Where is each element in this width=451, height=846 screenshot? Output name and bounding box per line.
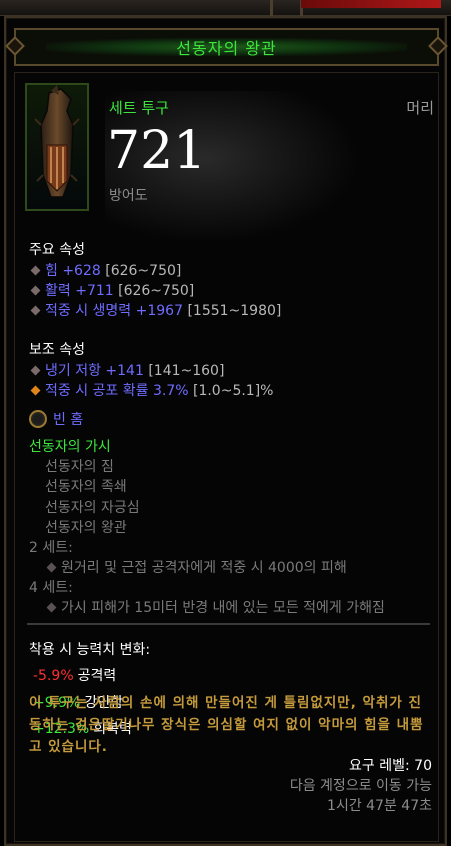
armor-value: 721 bbox=[107, 121, 207, 181]
secondary-attr: 적중 시 공포 확률 3.7% [1.0~5.1]% bbox=[29, 380, 273, 400]
trade-timer: 1시간 47분 47초 bbox=[327, 798, 432, 814]
set-bonus-label: 2 세트: bbox=[29, 540, 73, 556]
bullet-icon bbox=[46, 562, 57, 573]
required-level: 요구 레벨: 70 bbox=[349, 758, 432, 774]
header-ornament-icon bbox=[428, 36, 448, 56]
bullet-icon bbox=[30, 285, 41, 296]
item-tooltip: 선동자의 왕관 세트 투구 머리 721 방어도 주요 속성 힘 +628 [6… bbox=[4, 16, 448, 846]
set-bonus: 원거리 및 근접 공격자에게 적중 시 4000의 피해 bbox=[45, 557, 347, 577]
hud-top-strip bbox=[0, 0, 451, 16]
socket-label: 빈 홈 bbox=[53, 412, 84, 428]
primary-title: 주요 속성 bbox=[29, 242, 85, 258]
set-piece: 선동자의 짐 bbox=[45, 459, 114, 475]
bullet-icon bbox=[30, 385, 41, 396]
bullet-icon bbox=[30, 365, 41, 376]
bullet-icon bbox=[30, 265, 41, 276]
tooltip-header: 선동자의 왕관 bbox=[5, 28, 448, 66]
hud-divider bbox=[270, 0, 273, 16]
tooltip-body: 세트 투구 머리 721 방어도 주요 속성 힘 +628 [626~750] … bbox=[14, 72, 439, 842]
item-name: 선동자의 왕관 bbox=[176, 39, 277, 58]
section-divider bbox=[27, 623, 430, 625]
item-type: 세트 투구 bbox=[109, 99, 169, 117]
bullet-icon bbox=[46, 602, 57, 613]
secondary-title: 보조 속성 bbox=[29, 342, 85, 358]
health-bar-fragment bbox=[301, 0, 441, 8]
account-bound: 다음 계정으로 이동 가능 bbox=[289, 778, 432, 794]
stat-change-row: -5.9% 공격력 bbox=[33, 668, 117, 684]
set-piece: 선동자의 자긍심 bbox=[45, 500, 140, 516]
socket-icon bbox=[29, 410, 47, 428]
item-slot: 머리 bbox=[406, 99, 434, 117]
bullet-icon bbox=[30, 305, 41, 316]
primary-attr: 활력 +711 [626~750] bbox=[29, 280, 194, 300]
flavor-text: 이 투구는 사람의 손에 의해 만들어진 게 틀림없지만, 악취가 진동하는 검… bbox=[29, 695, 424, 755]
set-name: 선동자의 가시 bbox=[29, 439, 111, 455]
empty-socket: 빈 홈 bbox=[29, 409, 83, 429]
primary-attr: 힘 +628 [626~750] bbox=[29, 260, 181, 280]
primary-attr: 적중 시 생명력 +1967 [1551~1980] bbox=[29, 300, 281, 320]
armor-label: 방어도 bbox=[109, 188, 148, 204]
set-bonus-label: 4 세트: bbox=[29, 580, 73, 596]
header-ornament-icon bbox=[5, 36, 25, 56]
stat-change-title: 착용 시 능력치 변화: bbox=[29, 642, 151, 658]
helm-icon bbox=[34, 85, 80, 198]
set-piece: 선동자의 족쇄 bbox=[45, 479, 127, 495]
item-icon-frame bbox=[25, 83, 89, 211]
set-piece: 선동자의 왕관 bbox=[45, 520, 127, 536]
secondary-attr: 냉기 저항 +141 [141~160] bbox=[29, 360, 224, 380]
set-bonus: 가시 피해가 15미터 반경 내에 있는 모든 적에게 가해짐 bbox=[45, 597, 385, 617]
